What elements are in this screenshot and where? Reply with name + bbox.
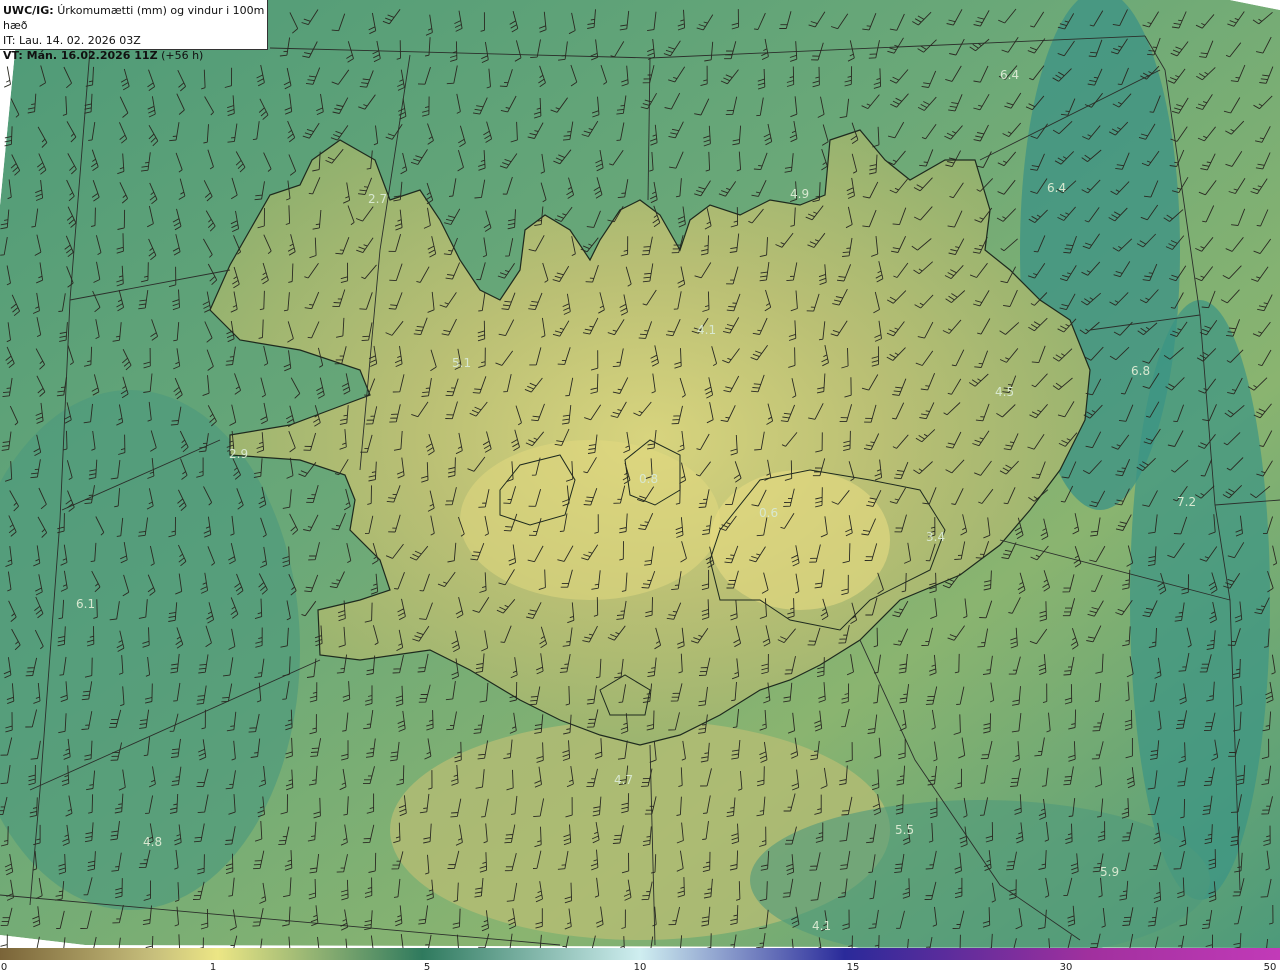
- valid-time: VT: Mán. 16.02.2026 11Z: [3, 49, 158, 62]
- colorbar-tick: 50: [1263, 962, 1277, 973]
- colorbar-tick: 15: [846, 962, 860, 973]
- map-title-box: UWC/IG: Úrkomumætti (mm) og vindur i 100…: [0, 0, 268, 62]
- map-value: 7.2: [1177, 495, 1196, 509]
- colorbar-tick: 30: [1059, 962, 1073, 973]
- map-value: 6.4: [1047, 181, 1066, 195]
- map-value: 2.9: [229, 447, 248, 461]
- map-value: 3.4: [926, 530, 945, 544]
- map-value: 0.8: [639, 472, 658, 486]
- colorbar-tick-labels: 0 1 5 10 15 30 50: [0, 962, 1280, 978]
- map-value: 4.5: [995, 385, 1014, 399]
- map-value: 0.6: [759, 506, 778, 520]
- map-value: 4.1: [812, 919, 831, 933]
- map-value: 5.1: [452, 356, 471, 370]
- title-line-1: UWC/IG: Úrkomumætti (mm) og vindur i 100…: [3, 3, 267, 33]
- title-line-3: VT: Mán. 16.02.2026 11Z (+56 h): [3, 48, 267, 63]
- map-value: 5.5: [895, 823, 914, 837]
- map-value: 5.9: [1100, 865, 1119, 879]
- map-value: 4.1: [697, 323, 716, 337]
- forecast-offset: (+56 h): [161, 49, 204, 62]
- colorbar: [0, 948, 1280, 960]
- map-value: 6.4: [1000, 68, 1019, 82]
- precipitation-map: 6.4 6.4 4.9 2.7 4.1 5.1 6.8 4.5 2.9 0.8 …: [0, 0, 1280, 948]
- init-time: IT: Lau. 14. 02. 2026 03Z: [3, 34, 141, 47]
- map-value: 4.7: [614, 773, 633, 787]
- map-value: 4.9: [790, 187, 809, 201]
- colorbar-tick: 0: [0, 962, 8, 973]
- colorbar-tick: 5: [423, 962, 431, 973]
- map-value: 2.7: [368, 192, 387, 206]
- map-value: 6.1: [76, 597, 95, 611]
- map-value: 4.8: [143, 835, 162, 849]
- model-code: UWC/IG:: [3, 4, 54, 17]
- colorbar-tick: 10: [633, 962, 647, 973]
- colorbar-tick: 1: [209, 962, 217, 973]
- map-value: 6.8: [1131, 364, 1150, 378]
